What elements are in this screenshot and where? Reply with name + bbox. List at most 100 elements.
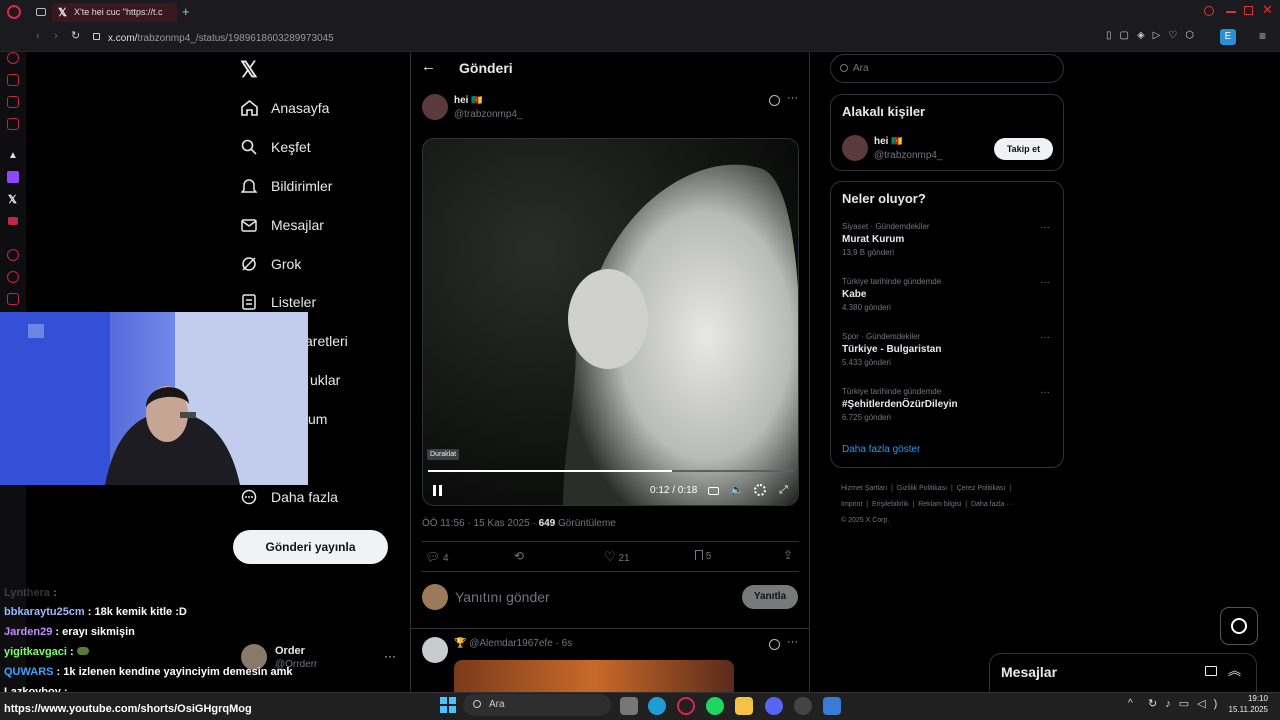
footer-link[interactable]: Erişilebilirlik (872, 501, 909, 508)
reply-grok-icon[interactable] (769, 639, 780, 650)
opera-icon[interactable] (677, 697, 695, 715)
clock-time[interactable]: 19:10 (1238, 694, 1268, 703)
footer-link[interactable]: Çerez Politikası (957, 485, 1006, 492)
reply-author-avatar[interactable] (422, 637, 448, 663)
steam-icon[interactable] (794, 697, 812, 715)
tab-list-icon[interactable] (36, 8, 46, 16)
reply-input[interactable]: Yanıtını gönder (455, 589, 550, 605)
new-tab-button[interactable]: + (182, 4, 190, 19)
x-logo-icon[interactable]: 𝕏 (240, 57, 258, 83)
search-input[interactable]: Ara (830, 54, 1064, 83)
related-avatar[interactable] (842, 135, 868, 161)
task-view-icon[interactable] (620, 697, 638, 715)
progress-track[interactable] (428, 470, 794, 472)
url-text[interactable]: x.com/trabzonmp4_/status/198961860328997… (108, 33, 334, 44)
volume-icon[interactable]: 🔈 (730, 483, 744, 496)
share-icon[interactable]: ⇪ (783, 548, 793, 562)
clock-date[interactable]: 15.11.2025 (1224, 705, 1268, 714)
menu-icon[interactable]: ≡ (1259, 29, 1266, 43)
reply-media[interactable] (454, 660, 734, 692)
nav-more[interactable]: Daha fazla (240, 483, 338, 511)
discord-icon[interactable] (765, 697, 783, 715)
bookmark-action[interactable]: 5 (695, 550, 711, 562)
toolbar-icons[interactable]: ▯▢◈▷♡⬡ (1106, 30, 1202, 41)
sidebar-instagram-icon[interactable] (7, 118, 19, 130)
like-action[interactable]: ♡ 21 (604, 549, 630, 565)
reload-icon[interactable]: ↻ (71, 29, 80, 42)
settings-icon[interactable] (754, 484, 766, 496)
footer-link[interactable]: Daha fazla ··· (971, 501, 1013, 508)
sidebar-x-icon[interactable]: 𝕏 (8, 193, 17, 206)
sidebar-bag-icon[interactable] (7, 74, 19, 86)
minimize-icon[interactable] (1226, 11, 1236, 13)
nav-notifications[interactable]: Bildirimler (240, 172, 332, 200)
messages-drawer[interactable]: Mesajlar ︽ (989, 653, 1257, 692)
nav-communities-partial[interactable]: uklar (310, 366, 340, 394)
trend-item[interactable]: Türkiye tarihinde gündemde #ŞehitlerdenÖ… (842, 387, 1054, 422)
sidebar-aria-icon[interactable] (7, 52, 19, 64)
nav-home[interactable]: Anasayfa (240, 94, 329, 122)
file-explorer-icon[interactable] (735, 697, 753, 715)
grok-post-icon[interactable] (769, 95, 780, 106)
reply-author[interactable]: 🏆 @Alemdar1967efe · 6s (454, 638, 572, 649)
sidebar-player-icon[interactable] (7, 249, 19, 261)
taskbar-search[interactable]: Ara (463, 694, 611, 716)
trend-more-icon[interactable]: ··· (1040, 387, 1050, 398)
video-player[interactable]: Duraklat 0:12 / 0:18 🔈 ⤢ (422, 138, 799, 506)
opera-logo-icon[interactable] (7, 5, 21, 19)
edge-icon[interactable] (648, 697, 666, 715)
reply-button[interactable]: Yanıtla (742, 585, 798, 609)
sidebar-youtube-icon[interactable] (8, 217, 18, 225)
sidebar-pin-icon[interactable]: ▲ (8, 150, 18, 161)
forward-icon[interactable]: › (54, 30, 58, 42)
trend-item[interactable]: Türkiye tarihinde gündemde Kabe 4.380 gö… (842, 277, 1054, 312)
app-icon[interactable] (823, 697, 841, 715)
repost-action[interactable]: ⟲ (514, 549, 524, 563)
captions-icon[interactable] (708, 487, 719, 495)
trend-item[interactable]: Siyaset · Gündemdekiler Murat Kurum 13,9… (842, 222, 1054, 257)
post-more-icon[interactable]: ··· (787, 92, 798, 104)
maximize-icon[interactable] (1244, 6, 1253, 15)
trend-more-icon[interactable]: ··· (1040, 277, 1050, 288)
active-tab[interactable]: 𝕏 X'te hei cuc "https://t.c (52, 3, 177, 22)
reply-more-icon[interactable]: ··· (787, 636, 798, 648)
start-icon[interactable] (440, 697, 456, 713)
pause-icon[interactable] (433, 485, 442, 496)
author-name[interactable]: hei 🇨🇲 (454, 95, 482, 106)
trend-more-icon[interactable]: ··· (1040, 222, 1050, 233)
nav-bookmarks-partial[interactable]: aretleri (305, 327, 348, 355)
sidebar-twitch-icon[interactable] (7, 171, 19, 183)
reply-action[interactable]: 💬︎ 4 (425, 550, 449, 564)
footer-link[interactable]: Gizlilik Politikası (897, 485, 947, 492)
trend-more-icon[interactable]: ··· (1040, 332, 1050, 343)
nav-explore[interactable]: Keşfet (240, 133, 311, 161)
back-arrow-icon[interactable]: ← (421, 58, 436, 75)
author-avatar[interactable] (422, 94, 448, 120)
footer-link[interactable]: Imprint (841, 501, 862, 508)
nav-premium-partial[interactable]: um (308, 405, 327, 433)
post-button[interactable]: Gönderi yayınla (233, 530, 388, 564)
close-icon[interactable]: ✕ (1262, 2, 1273, 18)
nav-messages[interactable]: Mesajlar (240, 211, 324, 239)
tray-chevron-icon[interactable]: ^ (1128, 698, 1133, 709)
fullscreen-icon[interactable]: ⤢ (779, 484, 788, 497)
nav-grok[interactable]: Grok (240, 250, 301, 278)
follow-button[interactable]: Takip et (994, 138, 1053, 160)
footer-link[interactable]: Reklam bilgisi (918, 501, 961, 508)
account-more-icon[interactable]: ··· (384, 649, 396, 663)
sidebar-history-icon[interactable] (7, 271, 19, 283)
search-tabs-icon[interactable] (1204, 6, 1214, 16)
back-icon[interactable]: ‹ (36, 30, 40, 42)
footer-link[interactable]: Hizmet Şartları (841, 485, 887, 492)
tray-icons[interactable]: ↻♪▭◁) (1148, 697, 1225, 710)
extension-badge-icon[interactable]: E (1220, 29, 1236, 45)
grok-float-button[interactable] (1220, 607, 1258, 645)
author-handle[interactable]: @trabzonmp4_ (454, 109, 523, 120)
new-message-icon[interactable] (1205, 666, 1217, 676)
sidebar-messenger-icon[interactable] (7, 96, 19, 108)
sidebar-settings-icon[interactable] (7, 293, 19, 305)
related-name[interactable]: hei 🇨🇲 (874, 136, 902, 147)
expand-icon[interactable]: ︽ (1228, 660, 1241, 679)
spotify-icon[interactable] (706, 697, 724, 715)
trend-item[interactable]: Spor · Gündemdekiler Türkiye - Bulgarist… (842, 332, 1054, 367)
